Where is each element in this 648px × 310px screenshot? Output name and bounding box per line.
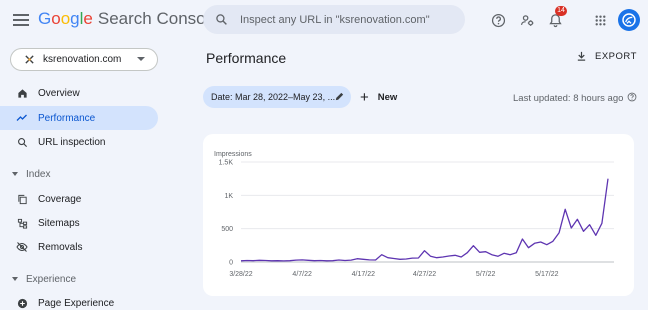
sidebar-item-label: Overview — [38, 87, 80, 99]
sidebar-item-label: Page Experience — [38, 297, 115, 309]
visibility-off-icon — [16, 241, 28, 253]
logo-letter: o — [51, 9, 61, 28]
menu-icon[interactable] — [12, 11, 30, 29]
search-input[interactable] — [240, 13, 440, 26]
last-updated-text: Last updated: 8 hours ago — [513, 93, 624, 104]
search-icon — [16, 136, 28, 148]
plus-icon: + — [360, 88, 369, 106]
property-selector[interactable]: ksrenovation.com — [10, 48, 158, 71]
logo-letter: e — [83, 9, 93, 28]
edit-icon[interactable] — [334, 91, 345, 104]
export-label: EXPORT — [595, 50, 637, 62]
collapse-arrow-icon — [12, 172, 18, 176]
y-axis-label: Impressions — [214, 151, 252, 158]
section-experience-toggle[interactable]: Experience — [0, 270, 158, 288]
bell-icon[interactable]: 14 — [545, 6, 567, 30]
x-tick-label: 3/28/22 — [229, 271, 252, 278]
home-icon — [16, 87, 28, 99]
account-settings-icon[interactable] — [517, 10, 537, 30]
page-title: Performance — [206, 50, 287, 66]
help-icon[interactable] — [627, 92, 637, 105]
logo-letter: g — [70, 9, 80, 28]
property-favicon-icon — [23, 54, 35, 66]
x-tick-label: 4/7/22 — [292, 271, 312, 278]
product-logo[interactable]: Google Search Console — [38, 9, 219, 29]
sidebar-item-overview[interactable]: Overview — [0, 81, 158, 105]
url-inspect-search[interactable] — [203, 5, 465, 34]
new-filter-button[interactable]: + New — [360, 87, 397, 107]
sitemap-icon — [16, 217, 28, 229]
section-label: Experience — [26, 273, 77, 285]
x-tick-label: 4/27/22 — [413, 271, 436, 278]
notification-badge: 14 — [555, 6, 567, 16]
download-icon — [577, 51, 586, 61]
sidebar-item-label: URL inspection — [38, 136, 106, 148]
last-updated: Last updated: 8 hours ago — [513, 92, 637, 105]
sidebar-item-label: Sitemaps — [38, 217, 80, 229]
sidebar-item-removals[interactable]: Removals — [0, 235, 158, 259]
y-tick-label: 1K — [224, 193, 233, 200]
sidebar-item-label: Coverage — [38, 193, 82, 205]
section-index-toggle[interactable]: Index — [0, 165, 158, 183]
search-icon — [216, 14, 227, 25]
sidebar-item-sitemaps[interactable]: Sitemaps — [0, 211, 158, 235]
chevron-down-icon — [137, 57, 145, 61]
collapse-arrow-icon — [12, 277, 18, 281]
series-line-impressions — [240, 178, 609, 262]
logo-letter: o — [60, 9, 71, 28]
help-icon[interactable] — [488, 10, 508, 30]
sidebar-item-page-experience[interactable]: Page Experience — [0, 291, 158, 310]
copy-icon — [16, 193, 28, 205]
sidebar-item-label: Performance — [38, 112, 96, 124]
y-tick-label: 1.5K — [219, 160, 234, 167]
top-bar: Google Search Console 14 — [0, 0, 648, 40]
performance-chart-card: Impressions 1.5K 1K 500 0 3/28/22 4/7/22 4/17/2… — [203, 134, 634, 296]
logo-letter: G — [38, 9, 52, 28]
x-tick-label: 5/17/22 — [535, 271, 558, 278]
date-filter-chip[interactable]: Date: Mar 28, 2022–May 23, ... — [203, 86, 351, 108]
x-tick-label: 4/17/22 — [352, 271, 375, 278]
sidebar-item-label: Removals — [38, 241, 83, 253]
sidebar-item-coverage[interactable]: Coverage — [0, 187, 158, 211]
property-name: ksrenovation.com — [43, 54, 122, 65]
impressions-chart[interactable]: Impressions 1.5K 1K 500 0 3/28/22 4/7/22 4/17/2… — [203, 134, 634, 296]
product-name: Search Console — [97, 9, 219, 28]
y-tick-label: 0 — [229, 260, 233, 267]
new-label: New — [377, 91, 398, 103]
trending-icon — [16, 112, 28, 124]
sidebar-item-url-inspection[interactable]: URL inspection — [0, 130, 158, 154]
apps-icon[interactable] — [590, 10, 610, 30]
sidebar-item-performance[interactable]: Performance — [0, 106, 158, 130]
section-label: Index — [26, 168, 51, 180]
plus-circle-icon — [16, 297, 28, 309]
avatar-icon[interactable] — [618, 9, 640, 31]
x-tick-label: 5/7/22 — [476, 271, 496, 278]
export-button[interactable]: EXPORT — [576, 50, 637, 62]
date-filter-label: Date: Mar 28, 2022–May 23, ... — [211, 92, 336, 102]
y-tick-label: 500 — [221, 226, 233, 233]
